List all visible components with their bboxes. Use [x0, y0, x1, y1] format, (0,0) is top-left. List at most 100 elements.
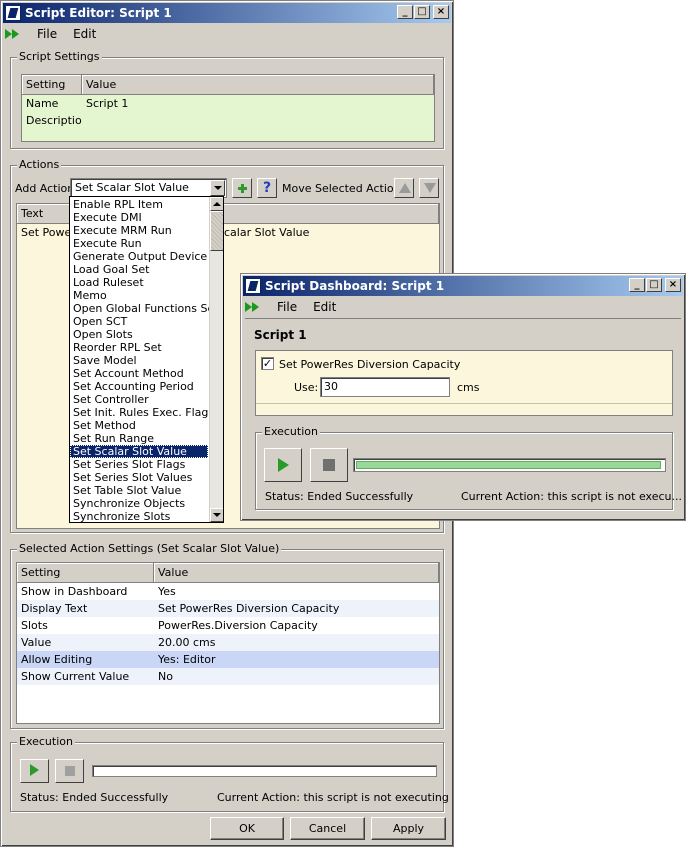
menu-file[interactable]: File: [31, 27, 63, 41]
dropdown-option[interactable]: Synchronize Objects: [70, 497, 208, 510]
dropdown-option[interactable]: Generate Output Device: [70, 250, 208, 263]
close-button[interactable]: ×: [433, 5, 449, 19]
dropdown-option[interactable]: Open Global Functions Set: [70, 302, 219, 315]
dropdown-option[interactable]: Synchronize Slots: [70, 510, 208, 522]
dropdown-option[interactable]: Enable RPL Item: [70, 198, 208, 211]
dropdown-option[interactable]: Load Goal Set: [70, 263, 208, 276]
table-row[interactable]: Show Current Value No: [17, 668, 439, 685]
use-value-input[interactable]: 30: [320, 377, 450, 397]
dashboard-execution-group: Execution Status: Ended Successfully Cur…: [255, 425, 682, 510]
close-button[interactable]: ×: [665, 278, 681, 292]
column-header-setting[interactable]: Setting: [17, 563, 154, 582]
menu-edit[interactable]: Edit: [67, 27, 102, 41]
stop-icon: [65, 766, 75, 776]
play-icon: [30, 764, 39, 776]
cancel-button[interactable]: Cancel: [290, 817, 365, 840]
dropdown-option[interactable]: Execute DMI: [70, 211, 208, 224]
add-action-select[interactable]: Set Scalar Slot Value: [70, 178, 227, 198]
dropdown-option[interactable]: Save Model: [70, 354, 208, 367]
dropdown-option[interactable]: Open Slots: [70, 328, 208, 341]
move-down-button[interactable]: [419, 178, 439, 198]
ok-button[interactable]: OK: [210, 817, 284, 840]
table-row-selected[interactable]: Allow Editing Yes: Editor: [17, 651, 439, 668]
value-cell[interactable]: Set PowerRes Diversion Capacity: [154, 600, 439, 617]
action-enabled-checkbox[interactable]: ✓: [261, 357, 274, 370]
table-row[interactable]: Description: [22, 112, 434, 129]
divider: [245, 318, 681, 319]
dropdown-option[interactable]: Set Controller: [70, 393, 208, 406]
scroll-down-arrow-icon[interactable]: [210, 508, 223, 522]
stop-button[interactable]: [310, 448, 348, 482]
actions-label: Actions: [17, 158, 62, 171]
dropdown-option[interactable]: Execute MRM Run: [70, 224, 208, 237]
value-cell[interactable]: 20.00 cms: [154, 634, 439, 651]
selected-action-label: Selected Action Settings (Set Scalar Slo…: [17, 542, 282, 555]
scroll-up-arrow-icon[interactable]: [210, 197, 223, 211]
maximize-button[interactable]: □: [414, 5, 430, 19]
setting-cell: Show Current Value: [21, 670, 130, 683]
script-settings-table: Setting Value Name Script 1 Description: [21, 74, 435, 142]
table-row[interactable]: Name Script 1: [22, 95, 434, 112]
dropdown-option[interactable]: Set Scalar Slot Value: [70, 445, 208, 458]
dropdown-option[interactable]: Memo: [70, 289, 208, 302]
value-cell[interactable]: Yes: [154, 583, 439, 600]
maximize-button[interactable]: □: [646, 278, 662, 292]
dropdown-option[interactable]: Set Method: [70, 419, 208, 432]
dropdown-option[interactable]: Set Accounting Period: [70, 380, 208, 393]
setting-description-cell: Description: [26, 114, 82, 127]
table-row[interactable]: Display Text Set PowerRes Diversion Capa…: [17, 600, 439, 617]
menu-file[interactable]: File: [271, 300, 303, 314]
help-button[interactable]: ?: [257, 178, 277, 198]
scroll-thumb[interactable]: [210, 211, 223, 251]
column-header-value[interactable]: Value: [154, 563, 439, 582]
units-label: cms: [457, 381, 480, 394]
editor-titlebar[interactable]: Script Editor: Script 1 _ □ ×: [3, 3, 451, 23]
apply-button[interactable]: Apply: [371, 817, 446, 840]
value-cell[interactable]: Yes: Editor: [154, 651, 439, 668]
table-row[interactable]: Value 20.00 cms: [17, 634, 439, 651]
column-header-value[interactable]: Value: [82, 75, 434, 94]
dropdown-option[interactable]: Set Series Slot Values: [70, 471, 208, 484]
dropdown-option[interactable]: Set Init. Rules Exec. Flag: [70, 406, 208, 419]
run-arrows-icon[interactable]: [245, 301, 261, 313]
dashboard-current-action-text: Current Action: this script is not execu…: [461, 490, 682, 503]
table-row[interactable]: Show in Dashboard Yes: [17, 583, 439, 600]
setting-cell: Value: [21, 636, 52, 649]
column-header-setting[interactable]: Setting: [22, 75, 82, 94]
dropdown-option[interactable]: Set Account Method: [70, 367, 208, 380]
run-button[interactable]: [264, 448, 302, 482]
add-action-dropdown-list[interactable]: Enable RPL Item Execute DMI Execute MRM Ru…: [69, 196, 224, 523]
value-name-cell[interactable]: Script 1: [82, 95, 434, 112]
stop-button[interactable]: [55, 759, 84, 783]
table-row[interactable]: Slots PowerRes.Diversion Capacity: [17, 617, 439, 634]
value-cell[interactable]: No: [154, 668, 439, 685]
setting-cell: Show in Dashboard: [21, 585, 128, 598]
menu-edit[interactable]: Edit: [307, 300, 342, 314]
minimize-button[interactable]: _: [397, 5, 413, 19]
dropdown-option[interactable]: Set Run Range: [70, 432, 208, 445]
value-cell[interactable]: PowerRes.Diversion Capacity: [154, 617, 439, 634]
dropdown-option[interactable]: Reorder RPL Set: [70, 341, 208, 354]
dropdown-option[interactable]: Set Series Slot Flags: [70, 458, 208, 471]
dropdown-option[interactable]: Execute Run: [70, 237, 208, 250]
arrow-up-icon: [399, 183, 411, 193]
dashboard-execution-label: Execution: [262, 425, 320, 438]
setting-cell: Display Text: [21, 602, 88, 615]
panel-divider: [256, 403, 672, 404]
run-button[interactable]: [20, 759, 49, 783]
minimize-button[interactable]: _: [629, 278, 645, 292]
dashboard-menubar: File Edit: [245, 298, 681, 316]
dropdown-option[interactable]: Open SCT: [70, 315, 208, 328]
dropdown-option[interactable]: Load Ruleset: [70, 276, 208, 289]
add-action-selected-value: Set Scalar Slot Value: [75, 181, 189, 194]
add-action-plus-icon[interactable]: [232, 178, 252, 198]
move-up-button[interactable]: [394, 178, 414, 198]
dropdown-scrollbar[interactable]: [209, 197, 223, 522]
apply-button-label: Apply: [392, 822, 425, 835]
dropdown-option[interactable]: Set Table Slot Value: [70, 484, 208, 497]
value-description-cell[interactable]: [82, 112, 434, 129]
run-arrows-icon[interactable]: [5, 28, 21, 40]
add-action-label: Add Action: [15, 182, 75, 195]
chevron-down-icon[interactable]: [210, 180, 225, 196]
dashboard-titlebar[interactable]: Script Dashboard: Script 1 _ □ ×: [243, 276, 683, 296]
